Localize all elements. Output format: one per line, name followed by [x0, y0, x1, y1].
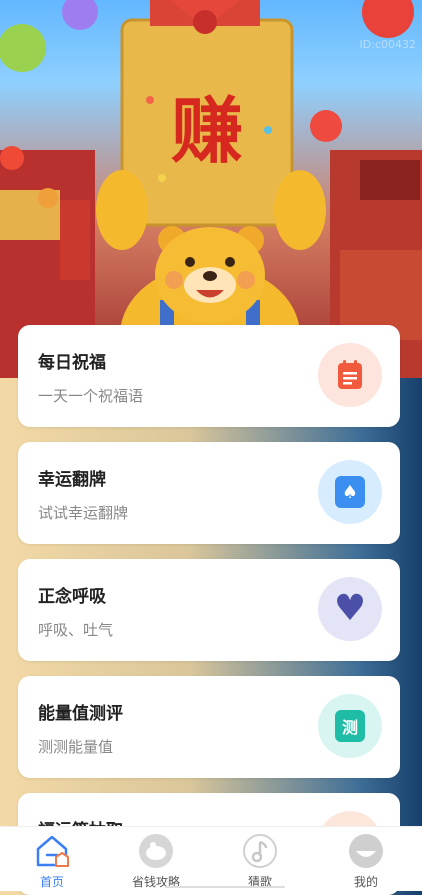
feature-card[interactable]: 每日祝福一天一个祝福语 [18, 325, 400, 427]
watermark: ID:c00432 [359, 38, 416, 51]
tab-home[interactable]: 首页 [12, 833, 92, 891]
bear-holding-envelope-illustration [0, 0, 422, 378]
feature-card-title: 幸运翻牌 [38, 470, 106, 490]
home-icon [36, 835, 69, 867]
note-icon [318, 343, 382, 407]
feature-card-subtitle: 一天一个祝福语 [38, 387, 144, 405]
heart-icon-glyph: ♥ [333, 588, 367, 629]
feature-card[interactable]: 幸运翻牌试试幸运翻牌 ♠ [18, 442, 400, 544]
tab-guess-song[interactable]: 猜歌 [220, 833, 300, 891]
bottom-tab-bar: 首页 省钱攻略 猜歌 我的 [0, 826, 422, 891]
tab-mine[interactable]: 我的 [326, 833, 406, 891]
profile-icon [349, 834, 383, 868]
tab-mine-label: 我的 [353, 875, 378, 889]
feature-card-subtitle: 测测能量值 [38, 738, 114, 756]
piggy-bank-icon [139, 834, 173, 868]
heart-icon: ♥ [318, 577, 382, 641]
banner-character: 赚 [170, 88, 243, 173]
feature-card-title: 每日祝福 [38, 353, 106, 373]
hero-banner: 赚 ID:c00432 [0, 0, 422, 378]
feature-card[interactable]: 正念呼吸呼吸、吐气 ♥ [18, 559, 400, 661]
test-icon: 测 [318, 694, 382, 758]
card-spade-icon-glyph: ♠ [335, 476, 365, 508]
music-note-icon [243, 834, 277, 868]
tab-home-label: 首页 [39, 875, 64, 889]
card-spade-icon: ♠ [318, 460, 382, 524]
home-indicator [165, 886, 285, 888]
test-icon-glyph: 测 [335, 710, 365, 742]
feature-card-subtitle: 呼吸、吐气 [38, 621, 114, 639]
feature-card-title: 能量值测评 [38, 704, 123, 724]
tab-savings-guide[interactable]: 省钱攻略 [116, 833, 196, 891]
feature-card-subtitle: 试试幸运翻牌 [38, 504, 129, 522]
feature-card-title: 正念呼吸 [38, 587, 106, 607]
feature-card[interactable]: 能量值测评测测能量值 测 [18, 676, 400, 778]
